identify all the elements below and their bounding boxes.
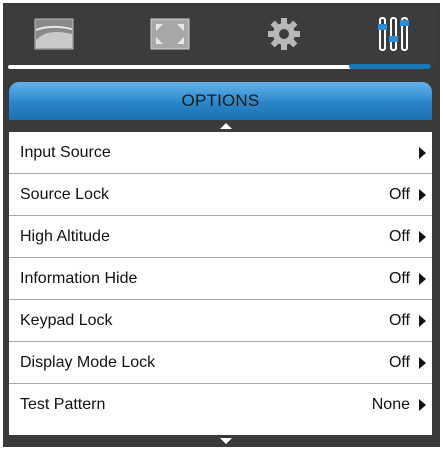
menu-item-label: Source Lock: [20, 186, 109, 203]
image-icon: [34, 18, 74, 50]
chevron-right-icon[interactable]: [419, 147, 426, 159]
menu-item-input-source[interactable]: Input Source: [9, 132, 432, 174]
menu-item-label: Display Mode Lock: [20, 354, 156, 371]
menu-item-label: Input Source: [20, 144, 111, 161]
menu-item-label: High Altitude: [20, 228, 110, 245]
menu-item-value: Off: [388, 186, 410, 203]
menu-item-label: Keypad Lock: [20, 312, 113, 329]
menu-item-label: Test Pattern: [20, 396, 106, 413]
chevron-right-icon[interactable]: [419, 231, 426, 243]
sliders-icon: [377, 14, 411, 54]
tab-bar: [6, 6, 437, 65]
chevron-right-icon[interactable]: [419, 189, 426, 201]
tab-image[interactable]: [34, 14, 74, 54]
chevron-right-icon[interactable]: [419, 315, 426, 327]
menu-item-information-hide[interactable]: Information Hide Off: [9, 258, 432, 300]
tab-display[interactable]: [150, 14, 190, 54]
menu-item-test-pattern[interactable]: Test Pattern None: [9, 384, 432, 435]
scroll-up-arrow-icon[interactable]: [220, 123, 232, 129]
menu-item-high-altitude[interactable]: High Altitude Off: [9, 216, 432, 258]
osd-menu: OPTIONS Input Source Source Lock Off Hig…: [0, 0, 443, 450]
menu-title: OPTIONS: [181, 91, 260, 110]
options-list: Input Source Source Lock Off High Altitu…: [9, 132, 432, 435]
chevron-right-icon[interactable]: [419, 357, 426, 369]
menu-item-value: Off: [388, 312, 410, 329]
menu-item-label: Information Hide: [20, 270, 138, 287]
menu-item-value: None: [371, 396, 410, 413]
menu-item-source-lock[interactable]: Source Lock Off: [9, 174, 432, 216]
menu-item-keypad-lock[interactable]: Keypad Lock Off: [9, 300, 432, 342]
menu-item-value: Off: [388, 228, 410, 245]
fullscreen-icon: [150, 18, 190, 50]
scroll-down-arrow-icon[interactable]: [220, 438, 232, 444]
gear-icon: [266, 16, 302, 52]
menu-item-value: Off: [388, 354, 410, 371]
menu-item-value: Off: [388, 270, 410, 287]
tab-options[interactable]: [374, 14, 414, 54]
tab-setup[interactable]: [264, 14, 304, 54]
menu-header: OPTIONS: [9, 82, 432, 120]
tab-indicator-active: [349, 64, 431, 69]
menu-item-display-mode-lock[interactable]: Display Mode Lock Off: [9, 342, 432, 384]
chevron-right-icon[interactable]: [419, 399, 426, 411]
chevron-right-icon[interactable]: [419, 273, 426, 285]
